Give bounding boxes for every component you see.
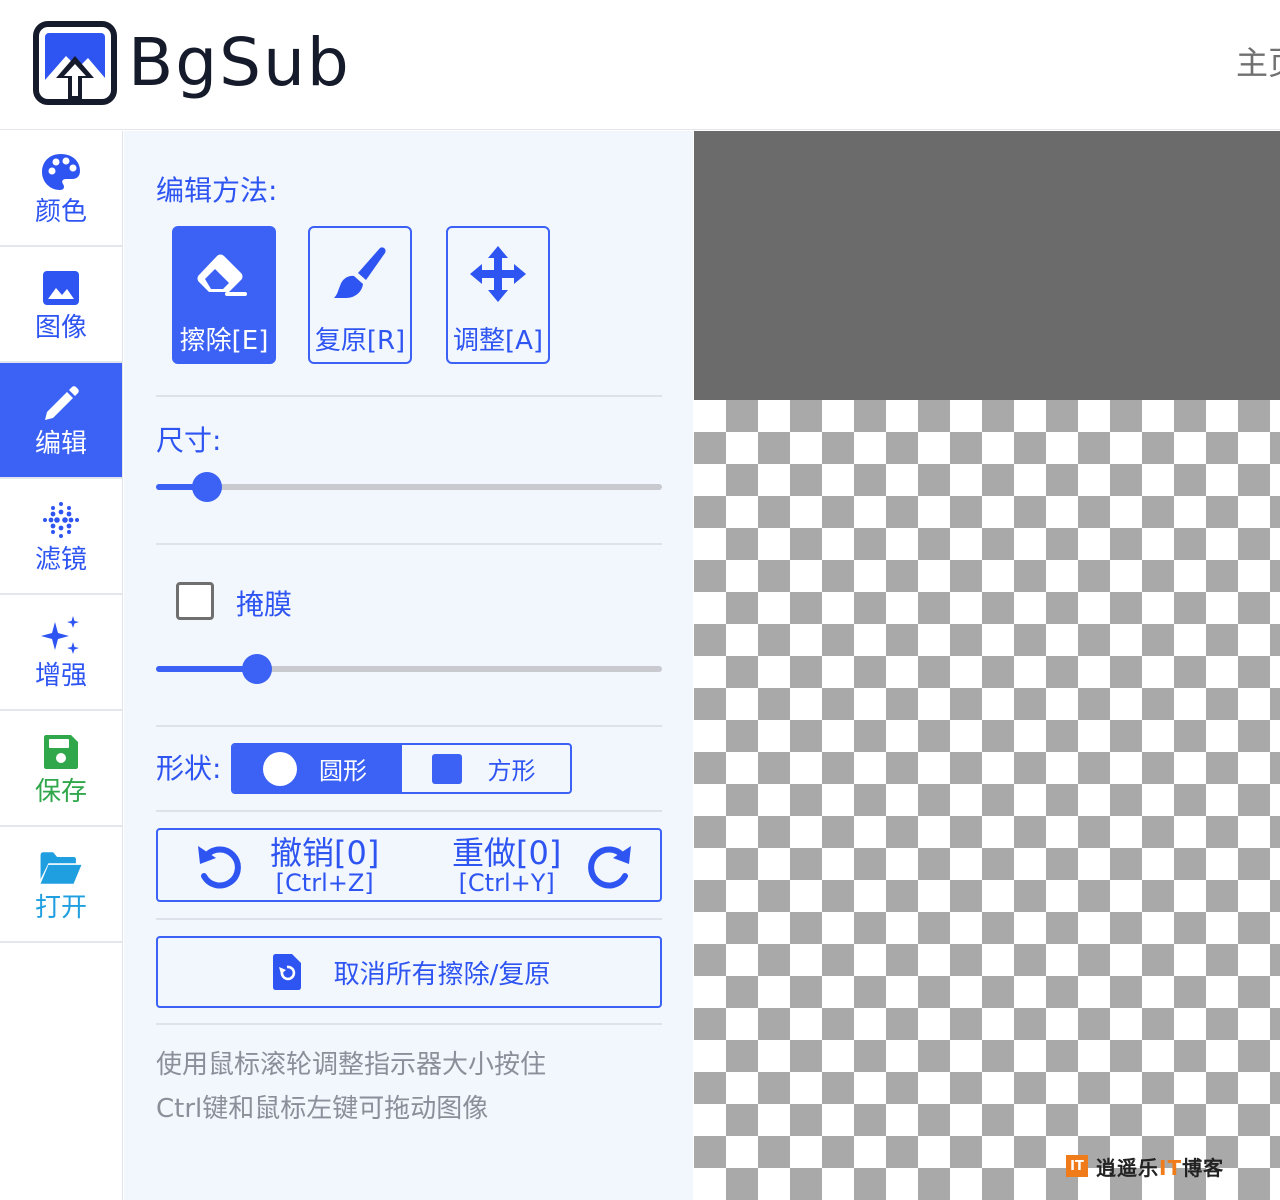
shape-option-label: 圆形	[319, 757, 367, 785]
sidebar-item-image[interactable]: 图像	[0, 247, 122, 363]
adjust-mode-label: 调整[A]	[452, 326, 544, 356]
shape-toggle: 圆形 方形	[231, 743, 572, 794]
sidebar-item-edit[interactable]: 编辑	[0, 363, 122, 479]
circle-shape-icon	[263, 751, 297, 786]
image-canvas[interactable]: IT 逍遥乐IT博客	[694, 131, 1280, 1200]
save-icon	[39, 730, 83, 774]
size-title: 尺寸:	[156, 424, 222, 457]
restore-mode-label: 复原[R]	[314, 326, 406, 356]
sidebar-item-label: 滤镜	[34, 544, 87, 575]
square-shape-icon	[431, 753, 462, 784]
mask-checkbox[interactable]	[176, 582, 214, 620]
sidebar-item-enhance[interactable]: 增强	[0, 595, 122, 711]
redo-icon	[588, 846, 632, 889]
mask-slider[interactable]	[156, 653, 662, 685]
usage-hint: 使用鼠标滚轮调整指示器大小按住 Ctrl键和鼠标左键可拖动图像	[156, 1043, 656, 1131]
palette-icon	[39, 150, 83, 194]
sidebar-item-label: 颜色	[34, 196, 87, 227]
sidebar-item-label: 图像	[34, 312, 87, 343]
shape-option-label: 方形	[487, 757, 536, 785]
redo-label: 重做[0]	[452, 834, 562, 872]
divider	[156, 810, 662, 812]
sidebar-item-label: 打开	[34, 892, 87, 923]
filter-dots-icon	[39, 498, 83, 542]
divider	[156, 543, 662, 545]
watermark-badge: IT	[1066, 1155, 1088, 1177]
divider	[156, 725, 662, 727]
canvas-image-region	[694, 131, 1280, 400]
reset-all-button[interactable]: 取消所有擦除/复原	[156, 936, 662, 1008]
sidebar-item-label: 编辑	[34, 428, 87, 459]
shape-option-circle[interactable]: 圆形	[233, 745, 402, 792]
shape-title: 形状:	[156, 752, 222, 785]
undo-label: 撤销[0]	[270, 834, 380, 872]
transparent-background	[694, 400, 1280, 1200]
reset-all-label: 取消所有擦除/复原	[333, 959, 551, 990]
undo-icon	[198, 846, 241, 889]
sidebar-item-color[interactable]: 颜色	[0, 131, 122, 247]
app-header: BgSub 主页	[0, 0, 1280, 130]
sidebar-item-label: 增强	[34, 660, 87, 691]
watermark: IT 逍遥乐IT博客	[1066, 1152, 1224, 1180]
folder-open-icon	[39, 846, 83, 890]
tool-sidebar: 颜色 图像 编辑 滤镜 增强 保存 打开	[0, 131, 123, 1200]
brand-name: BgSub	[128, 24, 351, 101]
edit-method-title: 编辑方法:	[156, 174, 278, 207]
sidebar-item-open[interactable]: 打开	[0, 827, 122, 943]
shape-option-square[interactable]: 方形	[402, 745, 571, 792]
undo-button[interactable]: 撤销[0] [Ctrl+Z]	[194, 832, 379, 900]
divider	[156, 1023, 662, 1025]
undo-redo-group: 撤销[0] [Ctrl+Z] 重做[0] [Ctrl+Y]	[156, 828, 662, 902]
redo-button[interactable]: 重做[0] [Ctrl+Y]	[452, 832, 635, 900]
slider-track	[156, 484, 662, 490]
brand-logo[interactable]: BgSub	[32, 20, 351, 106]
brush-icon	[330, 244, 390, 304]
eraser-icon	[194, 244, 254, 304]
nav-home-link[interactable]: 主页	[1236, 38, 1280, 84]
erase-mode-button[interactable]: 擦除[E]	[172, 226, 276, 364]
logo-mark-icon	[33, 21, 117, 105]
undo-shortcut: [Ctrl+Z]	[275, 869, 374, 897]
edit-panel: 编辑方法: 擦除[E] 复原[R] 调整[A] 尺寸: 掩膜 形状: 圆形 方形…	[124, 131, 693, 1200]
slider-thumb[interactable]	[191, 472, 222, 502]
image-icon	[39, 266, 83, 310]
divider	[156, 918, 662, 920]
erase-mode-label: 擦除[E]	[179, 326, 269, 356]
sidebar-item-label: 保存	[34, 776, 87, 807]
sidebar-item-save[interactable]: 保存	[0, 711, 122, 827]
mask-checkbox-label: 掩膜	[236, 588, 293, 621]
sparkles-icon	[39, 614, 83, 658]
adjust-mode-button[interactable]: 调整[A]	[446, 226, 550, 364]
watermark-text: 逍遥乐IT博客	[1096, 1155, 1225, 1180]
hint-line: Ctrl键和鼠标左键可拖动图像	[156, 1094, 489, 1124]
sidebar-item-filter[interactable]: 滤镜	[0, 479, 122, 595]
move-arrows-icon	[468, 244, 528, 304]
divider	[156, 395, 662, 397]
hint-line: 使用鼠标滚轮调整指示器大小按住	[156, 1050, 547, 1080]
file-reset-icon	[268, 953, 306, 991]
size-slider[interactable]	[156, 471, 662, 503]
restore-mode-button[interactable]: 复原[R]	[308, 226, 412, 364]
slider-thumb[interactable]	[242, 654, 273, 684]
redo-shortcut: [Ctrl+Y]	[458, 869, 555, 897]
pencil-icon	[39, 382, 83, 426]
